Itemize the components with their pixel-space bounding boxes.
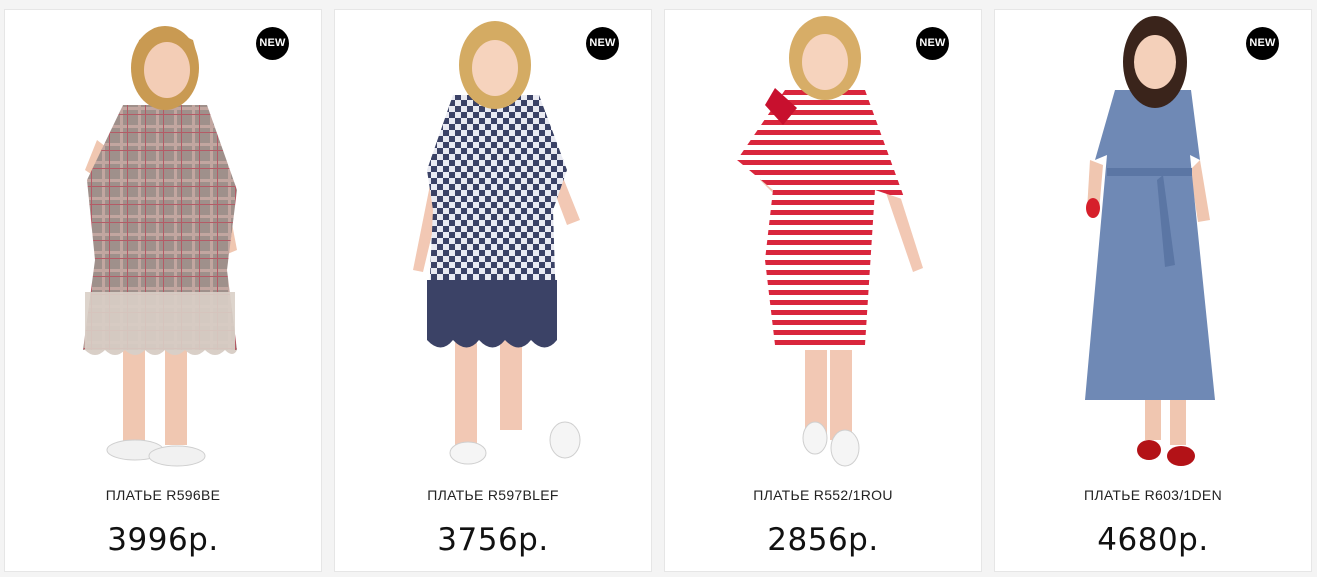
product-title[interactable]: ПЛАТЬЕ R603/1DEN: [995, 487, 1311, 503]
product-price: 3996р.: [107, 522, 219, 558]
product-photo-denim-dress[interactable]: [995, 10, 1311, 480]
new-badge: NEW: [256, 27, 289, 60]
new-badge: NEW: [916, 27, 949, 60]
new-badge: NEW: [586, 27, 619, 60]
product-photo-checkered-dress[interactable]: [335, 10, 651, 480]
product-card[interactable]: NEW ПЛАТЬЕ R552/1ROU 2856р.: [664, 9, 982, 572]
product-card[interactable]: NEW ПЛАТЬЕ R596BE 3996р.: [4, 9, 322, 572]
product-price: 2856р.: [767, 522, 879, 558]
product-title[interactable]: ПЛАТЬЕ R597BLEF: [335, 487, 651, 503]
product-grid: NEW ПЛАТЬЕ R596BE 3996р. NEW ПЛАТЬЕ R597…: [4, 9, 1312, 572]
product-price: 3756р.: [437, 522, 549, 558]
product-price: 4680р.: [1097, 522, 1209, 558]
new-badge: NEW: [1246, 27, 1279, 60]
product-title[interactable]: ПЛАТЬЕ R552/1ROU: [665, 487, 981, 503]
product-title[interactable]: ПЛАТЬЕ R596BE: [5, 487, 321, 503]
top-divider: [0, 0, 1317, 8]
product-photo-striped-dress[interactable]: [665, 10, 981, 480]
product-card[interactable]: NEW ПЛАТЬЕ R597BLEF 3756р.: [334, 9, 652, 572]
product-photo-plaid-dress[interactable]: [5, 10, 321, 480]
product-card[interactable]: NEW ПЛАТЬЕ R603/1DEN 4680р.: [994, 9, 1312, 572]
